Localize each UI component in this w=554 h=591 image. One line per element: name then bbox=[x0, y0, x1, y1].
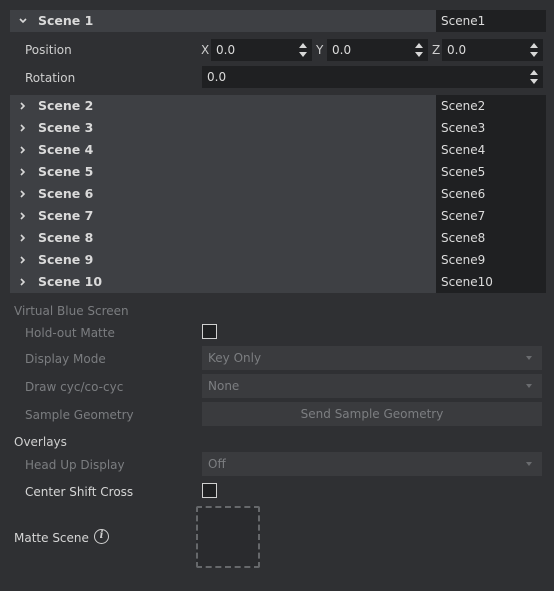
scene-name-field[interactable]: Scene4 bbox=[436, 139, 546, 161]
display-mode-select[interactable]: Key Only bbox=[202, 346, 542, 370]
scene-name-field[interactable]: Scene9 bbox=[436, 249, 546, 271]
draw-cyc-value: None bbox=[208, 379, 240, 393]
scene-10-header[interactable]: Scene 10 Scene10 bbox=[10, 271, 546, 293]
chevron-down-icon[interactable] bbox=[17, 10, 29, 32]
scene-3-header[interactable]: Scene 3 Scene3 bbox=[10, 117, 546, 139]
chevron-down-icon bbox=[526, 462, 532, 466]
scene-7-header[interactable]: Scene 7 Scene7 bbox=[10, 205, 546, 227]
send-sample-geometry-button[interactable]: Send Sample Geometry bbox=[202, 402, 542, 426]
position-z-value: 0.0 bbox=[447, 43, 467, 57]
rotation-label: Rotation bbox=[25, 71, 76, 85]
head-up-display-value: Off bbox=[208, 457, 226, 471]
spinner-icon[interactable] bbox=[530, 70, 538, 84]
center-shift-cross-label: Center Shift Cross bbox=[25, 485, 134, 499]
chevron-right-icon[interactable] bbox=[17, 227, 29, 249]
scene-title: Scene 10 bbox=[38, 274, 103, 289]
virtual-blue-screen-heading: Virtual Blue Screen bbox=[14, 304, 129, 318]
position-x-input[interactable]: 0.0 bbox=[211, 39, 312, 61]
scene-title: Scene 2 bbox=[38, 98, 94, 113]
position-label: Position bbox=[25, 43, 72, 57]
position-x-value: 0.0 bbox=[216, 43, 236, 57]
chevron-right-icon[interactable] bbox=[17, 271, 29, 293]
sample-geometry-label: Sample Geometry bbox=[25, 408, 134, 422]
scene-1-header[interactable]: Scene 1 Scene1 bbox=[10, 10, 546, 32]
scene-name-field[interactable]: Scene1 bbox=[436, 10, 546, 32]
scene-name-field[interactable]: Scene6 bbox=[436, 183, 546, 205]
position-x-axis-label: X bbox=[201, 43, 210, 57]
draw-cyc-select[interactable]: None bbox=[202, 374, 542, 398]
scene-name-field[interactable]: Scene3 bbox=[436, 117, 546, 139]
scene-2-header[interactable]: Scene 2 Scene2 bbox=[10, 95, 546, 117]
holdout-matte-label: Hold-out Matte bbox=[25, 326, 115, 340]
scene-title: Scene 8 bbox=[38, 230, 94, 245]
chevron-right-icon[interactable] bbox=[17, 139, 29, 161]
scene-8-header[interactable]: Scene 8 Scene8 bbox=[10, 227, 546, 249]
matte-scene-drop-target[interactable] bbox=[196, 506, 260, 568]
scene-4-header[interactable]: Scene 4 Scene4 bbox=[10, 139, 546, 161]
position-z-axis-label: Z bbox=[432, 43, 441, 57]
scene-name-field[interactable]: Scene10 bbox=[436, 271, 546, 293]
spinner-icon[interactable] bbox=[415, 43, 423, 57]
rotation-value: 0.0 bbox=[207, 70, 227, 84]
display-mode-label: Display Mode bbox=[25, 352, 106, 366]
scene-name-field[interactable]: Scene7 bbox=[436, 205, 546, 227]
spinner-icon[interactable] bbox=[299, 43, 307, 57]
chevron-right-icon[interactable] bbox=[17, 161, 29, 183]
scene-title: Scene 5 bbox=[38, 164, 94, 179]
display-mode-value: Key Only bbox=[208, 351, 262, 365]
overlays-heading: Overlays bbox=[14, 435, 67, 449]
chevron-right-icon[interactable] bbox=[17, 205, 29, 227]
head-up-display-select[interactable]: Off bbox=[202, 452, 542, 476]
scene-name-field[interactable]: Scene2 bbox=[436, 95, 546, 117]
position-y-input[interactable]: 0.0 bbox=[327, 39, 428, 61]
scene-title: Scene 4 bbox=[38, 142, 94, 157]
rotation-input[interactable]: 0.0 bbox=[202, 66, 543, 88]
matte-scene-label: Matte Scene bbox=[14, 531, 89, 545]
draw-cyc-label: Draw cyc/co-cyc bbox=[25, 380, 124, 394]
head-up-display-label: Head Up Display bbox=[25, 458, 125, 472]
scene-5-header[interactable]: Scene 5 Scene5 bbox=[10, 161, 546, 183]
info-icon[interactable]: i bbox=[94, 529, 109, 544]
chevron-right-icon[interactable] bbox=[17, 117, 29, 139]
scene-name-field[interactable]: Scene5 bbox=[436, 161, 546, 183]
chevron-down-icon bbox=[526, 384, 532, 388]
center-shift-cross-checkbox[interactable] bbox=[202, 483, 217, 498]
scene-title: Scene 9 bbox=[38, 252, 94, 267]
position-z-input[interactable]: 0.0 bbox=[442, 39, 543, 61]
scene-properties-panel: Scene 1 Scene1 Position X 0.0 Y 0.0 Z 0.… bbox=[0, 0, 554, 591]
scene-title: Scene 6 bbox=[38, 186, 94, 201]
scene-title: Scene 3 bbox=[38, 120, 94, 135]
scene-title: Scene 7 bbox=[38, 208, 94, 223]
chevron-right-icon[interactable] bbox=[17, 95, 29, 117]
position-y-value: 0.0 bbox=[332, 43, 352, 57]
scene-name-field[interactable]: Scene8 bbox=[436, 227, 546, 249]
spinner-icon[interactable] bbox=[530, 43, 538, 57]
chevron-right-icon[interactable] bbox=[17, 183, 29, 205]
scene-title: Scene 1 bbox=[38, 13, 94, 28]
chevron-right-icon[interactable] bbox=[17, 249, 29, 271]
holdout-matte-checkbox[interactable] bbox=[202, 324, 217, 339]
scene-9-header[interactable]: Scene 9 Scene9 bbox=[10, 249, 546, 271]
position-y-axis-label: Y bbox=[316, 43, 324, 57]
chevron-down-icon bbox=[526, 356, 532, 360]
scene-6-header[interactable]: Scene 6 Scene6 bbox=[10, 183, 546, 205]
